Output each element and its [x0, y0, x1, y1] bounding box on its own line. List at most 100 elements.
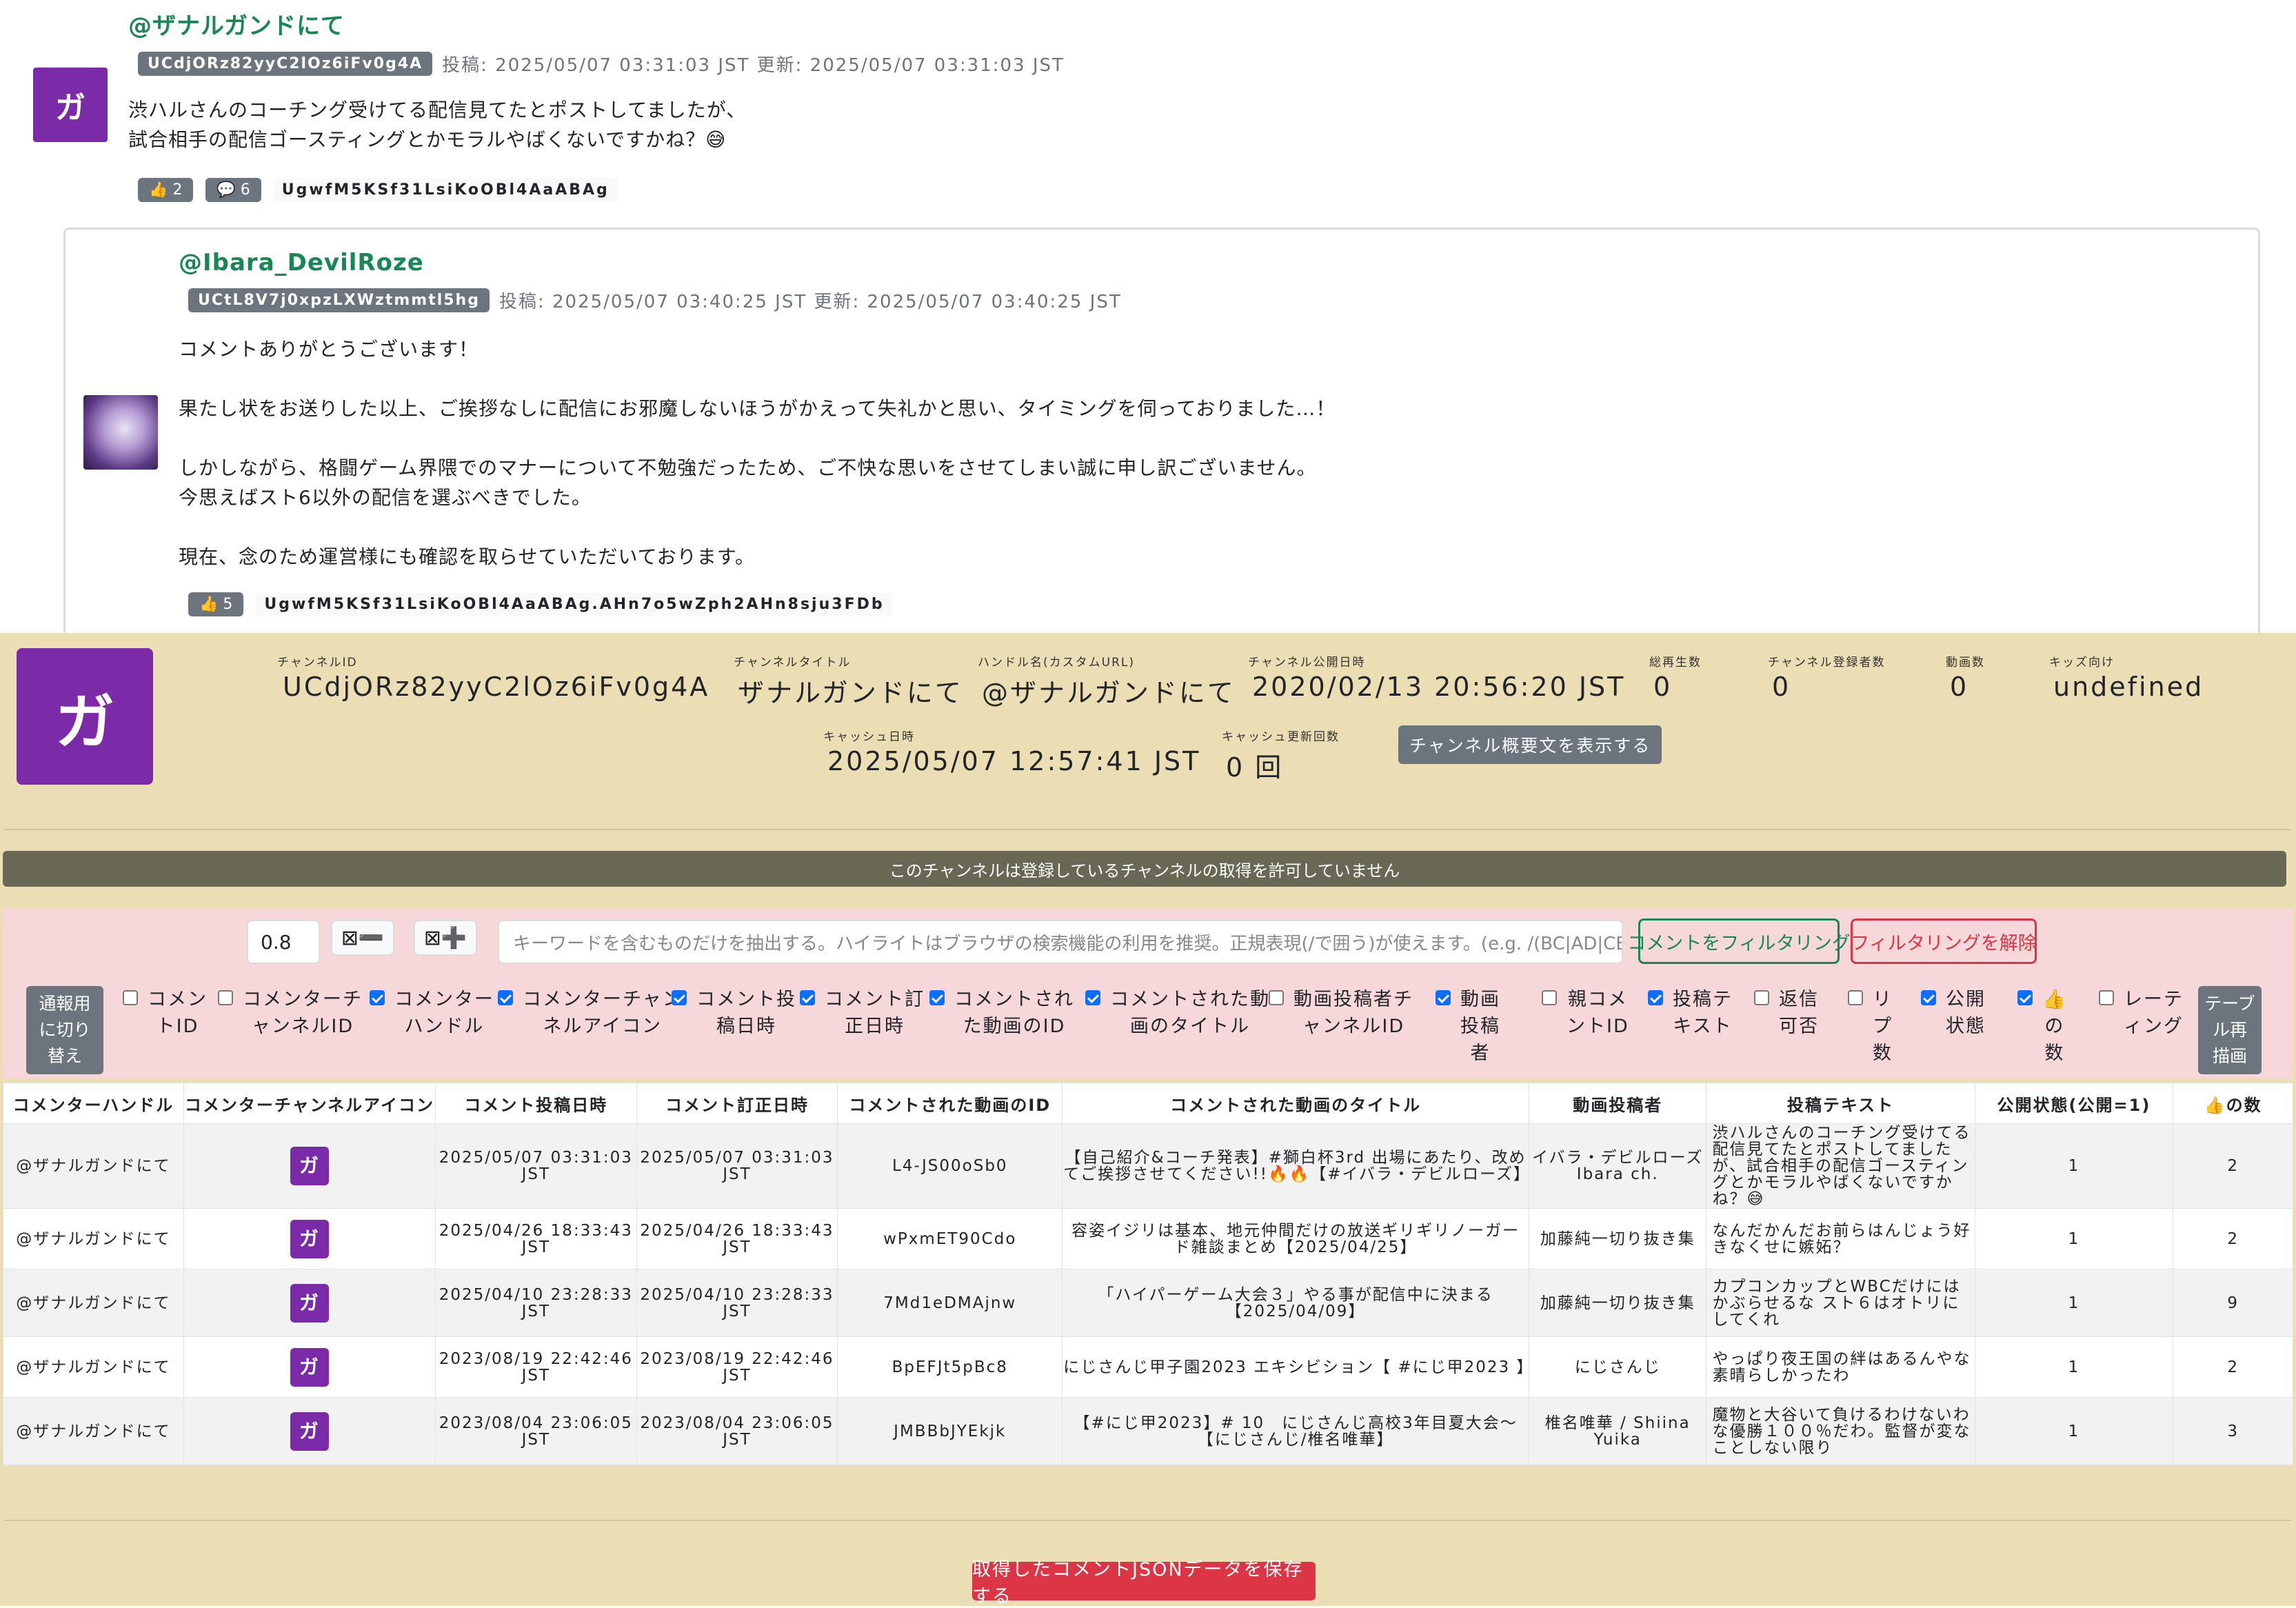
- column-header[interactable]: 公開状態(公開=1): [1974, 1083, 2174, 1124]
- column-header[interactable]: コメント訂正日時: [636, 1083, 838, 1124]
- column-toggle-posted-at[interactable]: コメント投 稿日時: [672, 986, 796, 1040]
- column-toggle-label: コメント投 稿日時: [696, 989, 796, 1037]
- reply-count-badge[interactable]: 💬 6: [205, 178, 261, 202]
- cell-video-title[interactable]: 「ハイパーゲーム大会３」やる事が配信中に決まる【2025/04/09】: [1062, 1269, 1529, 1337]
- checkbox[interactable]: [1542, 990, 1557, 1005]
- column-toggle-edited-at[interactable]: コメント訂 正日時: [800, 986, 925, 1040]
- permission-notice: このチャンネルは登録しているチャンネルの取得を許可していません: [3, 851, 2286, 887]
- cell-edited: 2025/04/26 18:33:43 JST: [636, 1208, 838, 1269]
- column-header[interactable]: 👍の数: [2173, 1083, 2293, 1124]
- avatar[interactable]: ガ: [290, 1283, 329, 1323]
- column-header[interactable]: コメントされた動画のID: [837, 1083, 1063, 1124]
- checkbox[interactable]: [2017, 990, 2033, 1005]
- column-toggle-rating[interactable]: レーテ ィング: [2099, 986, 2184, 1040]
- checkbox[interactable]: [1754, 990, 1769, 1005]
- checkbox[interactable]: [800, 990, 815, 1005]
- cell-video-title[interactable]: にじさんじ甲子園2023 エキシビション【 #にじ甲2023 】: [1062, 1336, 1532, 1398]
- checkbox[interactable]: [1085, 990, 1100, 1005]
- column-header[interactable]: コメント投稿日時: [434, 1083, 637, 1124]
- clear-filter-button[interactable]: フィルタリングを解除: [1851, 918, 2037, 964]
- reply-text-line: 果たし状をお送りした以上、ご挨拶なしに配信にお邪魔しないほうがかえって失礼かと思…: [179, 397, 1336, 420]
- avatar[interactable]: ガ: [290, 1147, 329, 1185]
- column-toggle-label: コメンターチ ャンネルID: [243, 989, 363, 1037]
- cell-video-id[interactable]: BpEFJt5pBc8: [837, 1336, 1063, 1398]
- cell-video-title[interactable]: 【自己紹介&コーチ発表】#獅白杯3rd 出場にあたり、改めてご挨拶させてください…: [1062, 1123, 1529, 1209]
- column-toggle-reply-count[interactable]: リプ数: [1848, 986, 1893, 1067]
- column-toggle-can-reply[interactable]: 返信 可否: [1754, 986, 1819, 1040]
- reply-text-line: 現在、念のため運営様にも確認を取らせていただいております。: [179, 545, 755, 568]
- checkbox[interactable]: [2099, 990, 2114, 1005]
- reply-handle[interactable]: @Ibara_DevilRoze: [179, 249, 424, 277]
- checkbox[interactable]: [672, 990, 687, 1005]
- column-toggle-video-id[interactable]: コメントされ た動画のID: [929, 986, 1074, 1040]
- cell-handle[interactable]: @ザナルガンドにて: [3, 1208, 184, 1269]
- column-toggle-label: コメントされ た動画のID: [954, 989, 1074, 1037]
- views-value: 0: [1653, 672, 1673, 702]
- column-header[interactable]: 動画投稿者: [1528, 1083, 1707, 1124]
- report-mode-toggle-button[interactable]: 通報用 に切り 替え: [26, 986, 103, 1074]
- keyword-filter-input[interactable]: キーワードを含むものだけを抽出する。ハイライトはブラウザの検索機能の利用を推奨。…: [498, 920, 1623, 964]
- column-toggle-commenter-handle[interactable]: コメンター ハンドル: [370, 986, 494, 1040]
- redraw-table-button[interactable]: テーブ ル再 描画: [2198, 986, 2262, 1074]
- column-toggle-public-status[interactable]: 公開 状態: [1921, 986, 1986, 1040]
- column-header[interactable]: コメンターチャンネルアイコン: [183, 1083, 436, 1124]
- column-header[interactable]: 投稿テキスト: [1706, 1083, 1975, 1124]
- checkbox[interactable]: [1269, 990, 1284, 1005]
- avatar[interactable]: ガ: [290, 1219, 329, 1258]
- cell-video-id[interactable]: wPxmET90Cdo: [837, 1208, 1063, 1269]
- show-description-button[interactable]: チャンネル概要文を表示する: [1398, 725, 1662, 764]
- scale-input[interactable]: 0.8: [247, 920, 320, 964]
- column-toggle-label: コメントされた動 画のタイトル: [1110, 989, 1270, 1037]
- column-toggle-comment-id[interactable]: コメン トID: [123, 986, 208, 1040]
- column-toggle-text[interactable]: 投稿テ キスト: [1648, 986, 1733, 1040]
- column-header[interactable]: コメンターハンドル: [3, 1083, 184, 1124]
- checkbox[interactable]: [1921, 990, 1936, 1005]
- reply-text-line: しかしながら、格闘ゲーム界隈でのマナーについて不勉強だったため、ご不快な思いをさ…: [179, 456, 1317, 479]
- cell-handle[interactable]: @ザナルガンドにて: [3, 1123, 184, 1209]
- checkbox[interactable]: [498, 990, 513, 1005]
- cell-uploader[interactable]: イバラ・デビルローズ Ibara ch.: [1528, 1123, 1707, 1209]
- column-toggle-like-count[interactable]: 👍 の数: [2017, 986, 2067, 1067]
- reply-card: @Ibara_DevilRoze UCtL8V7j0xpzLXWztmmtl5h…: [63, 228, 2260, 633]
- cell-handle[interactable]: @ザナルガンドにて: [3, 1397, 184, 1465]
- apply-filter-button[interactable]: コメントをフィルタリング: [1627, 918, 1851, 964]
- redraw-table-label: ル再: [2212, 1020, 2247, 1040]
- column-toggle-uploader-channel-id[interactable]: 動画投稿者チ ャンネルID: [1269, 986, 1413, 1040]
- checkbox[interactable]: [1436, 990, 1451, 1005]
- cell-video-title[interactable]: 容姿イジリは基本、地元仲間だけの放送ギリギリノーガード雑談まとめ【2025/04…: [1062, 1208, 1529, 1269]
- cell-video-title[interactable]: 【#にじ甲2023】# 10 にじさんじ高校3年目夏大会～【にじさんじ/椎名唯華…: [1062, 1397, 1529, 1465]
- checkbox[interactable]: [370, 990, 385, 1005]
- avatar[interactable]: ガ: [290, 1347, 329, 1387]
- cell-uploader[interactable]: 椎名唯華 / Shiina Yuika: [1528, 1397, 1707, 1465]
- cell-video-id[interactable]: JMBBbJYEkjk: [837, 1397, 1063, 1465]
- cell-handle[interactable]: @ザナルガンドにて: [3, 1269, 184, 1337]
- checkbox[interactable]: [1848, 990, 1863, 1005]
- cell-posted: 2023/08/04 23:06:05 JST: [434, 1397, 637, 1465]
- channel-avatar: ガ: [17, 648, 153, 785]
- checkbox[interactable]: [1648, 990, 1663, 1005]
- zoom-out-button[interactable]: ⊠➖: [331, 920, 394, 956]
- cell-video-id[interactable]: 7Md1eDMAjnw: [837, 1269, 1063, 1337]
- published-value: 2020/02/13 20:56:20 JST: [1252, 672, 1626, 702]
- comment-handle[interactable]: @ザナルガンドにて: [128, 7, 345, 41]
- cell-uploader[interactable]: 加藤純一切り抜き集: [1528, 1269, 1707, 1337]
- checkbox[interactable]: [218, 990, 233, 1005]
- cell-handle[interactable]: @ザナルガンドにて: [3, 1336, 184, 1398]
- column-toggle-commenter-channel-id[interactable]: コメンターチ ャンネルID: [218, 986, 363, 1040]
- cell-video-id[interactable]: L4-JS00oSb0: [837, 1123, 1063, 1209]
- zoom-in-button[interactable]: ⊠➕: [414, 920, 477, 956]
- cell-uploader[interactable]: にじさんじ: [1528, 1336, 1707, 1398]
- avatar[interactable]: ガ: [290, 1411, 329, 1451]
- checkbox[interactable]: [929, 990, 945, 1005]
- subscribers-label: チャンネル登録者数: [1768, 656, 1886, 670]
- cell-uploader[interactable]: 加藤純一切り抜き集: [1528, 1208, 1707, 1269]
- column-toggle-parent-comment-id[interactable]: 親コメ ントID: [1542, 986, 1629, 1040]
- save-json-button[interactable]: 取得したコメントJSONデータを保存する: [972, 1559, 1316, 1607]
- column-toggle-video-title[interactable]: コメントされた動 画のタイトル: [1085, 986, 1270, 1040]
- avatar[interactable]: [83, 395, 158, 470]
- column-header[interactable]: コメントされた動画のタイトル: [1062, 1083, 1529, 1124]
- column-toggle-uploader[interactable]: 動画 投稿者: [1436, 986, 1500, 1067]
- avatar[interactable]: ガ: [33, 68, 108, 142]
- checkbox[interactable]: [123, 990, 138, 1005]
- column-toggle-commenter-icon[interactable]: コメンターチャン ネルアイコン: [498, 986, 683, 1040]
